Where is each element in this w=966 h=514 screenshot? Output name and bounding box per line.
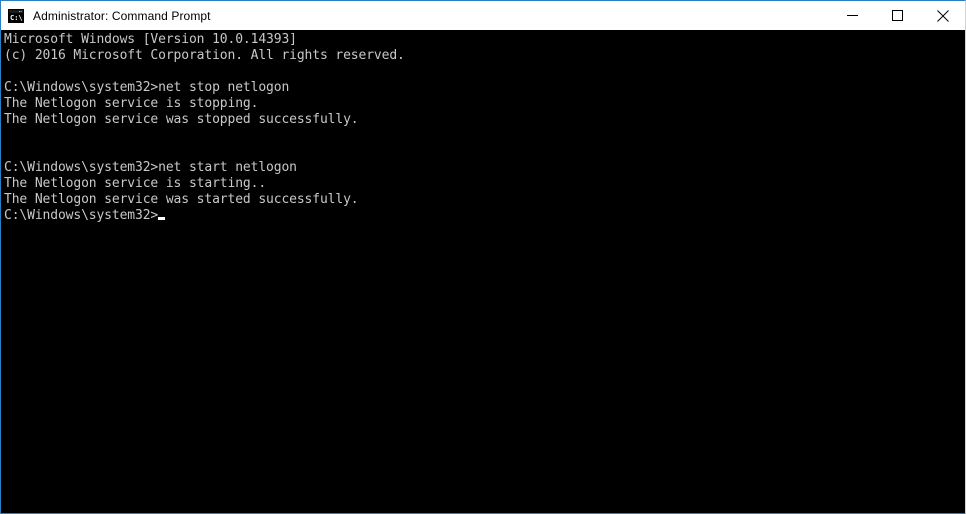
svg-text:C:\: C:\ xyxy=(10,14,23,22)
console-lines: Microsoft Windows [Version 10.0.14393] (… xyxy=(4,32,405,223)
title-bar[interactable]: C:\ Administrator: Command Prompt xyxy=(1,1,965,30)
minimize-icon xyxy=(847,15,858,16)
command-prompt-window: C:\ Administrator: Command Prompt Micros… xyxy=(0,0,966,514)
window-title: Administrator: Command Prompt xyxy=(33,8,211,23)
close-button[interactable] xyxy=(920,1,965,30)
console-text: Microsoft Windows [Version 10.0.14393] (… xyxy=(4,32,405,224)
maximize-icon xyxy=(892,10,903,21)
console-output-area[interactable]: Microsoft Windows [Version 10.0.14393] (… xyxy=(1,30,965,513)
text-cursor xyxy=(158,217,166,220)
maximize-button[interactable] xyxy=(875,1,920,30)
window-controls xyxy=(830,1,965,30)
command-prompt-icon: C:\ xyxy=(8,8,24,24)
minimize-button[interactable] xyxy=(830,1,875,30)
close-icon xyxy=(936,9,949,22)
